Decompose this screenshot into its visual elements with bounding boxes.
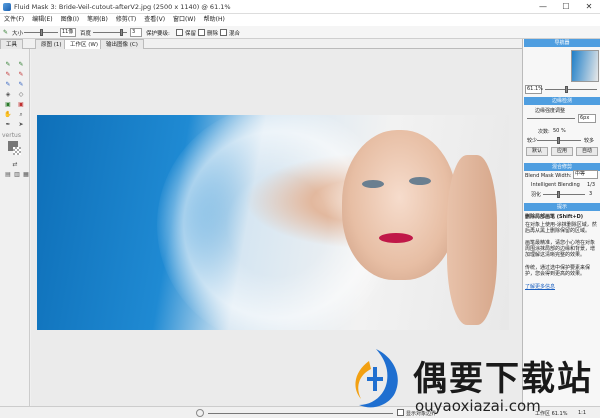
feather-slider[interactable]: [543, 194, 585, 195]
eyedropper-icon[interactable]: ✒: [4, 121, 12, 129]
erase-icon[interactable]: ◇: [17, 91, 25, 99]
brush-icon: ✎: [3, 29, 9, 36]
maximize-button[interactable]: ☐: [555, 0, 577, 14]
zoom-icon[interactable]: ⌕: [17, 111, 25, 119]
feather-slider-handle[interactable]: [557, 191, 560, 198]
size-input[interactable]: 11像: [60, 28, 76, 37]
brush-toolbar: ✎ 大小 11像 百度 3 保护要级: 保留 删除 混合: [0, 26, 600, 39]
delete-label: 删除: [207, 31, 219, 37]
feather-label: 羽化: [531, 192, 542, 198]
help-paragraph-3: 传统，通过选中保护要素来保护，您会得到更高的效果。: [525, 265, 591, 277]
delete-checkbox[interactable]: [198, 29, 205, 36]
blend-mask-label: Blend Mask Width:: [525, 173, 572, 179]
menu-window[interactable]: 窗口(W): [169, 14, 200, 26]
auto-button[interactable]: 自动: [576, 147, 598, 156]
blend-mask-select[interactable]: 中等: [573, 170, 598, 179]
watermark-url: ouyaoxiazai.com: [415, 397, 541, 415]
delete-patch-icon[interactable]: ▣: [17, 101, 25, 109]
hardness-input[interactable]: 3: [130, 28, 142, 37]
edge-input[interactable]: 6px: [578, 114, 596, 123]
menu-file[interactable]: 文件(F): [0, 14, 28, 26]
keep-label: 保留: [185, 31, 197, 37]
bride-image[interactable]: [37, 115, 509, 330]
edge-strength-label: 边缘强度调整: [535, 108, 566, 114]
count-label: 次数:: [538, 129, 550, 135]
menu-brush[interactable]: 笔刷(B): [83, 14, 112, 26]
zoom-slider-handle[interactable]: [565, 86, 568, 93]
size-slider-handle[interactable]: [40, 29, 43, 36]
navigator-header: 导航器: [524, 39, 600, 47]
apply-button[interactable]: 应用: [551, 147, 573, 156]
size-label: 大小: [12, 31, 24, 37]
keep-brush-icon[interactable]: ✎: [4, 61, 12, 69]
help-header: 提示: [524, 203, 600, 211]
patch-icon[interactable]: ▣: [4, 101, 12, 109]
delete-brush-icon[interactable]: ✎: [4, 71, 12, 79]
menu-bar: 文件(F) 编辑(E) 图像(I) 笔刷(B) 修剪(T) 查看(V) 窗口(W) 帮助(H): [0, 14, 600, 26]
swap-icon[interactable]: ⇄: [11, 161, 19, 169]
menu-view[interactable]: 查看(V): [140, 14, 169, 26]
tab-row: 工具 原图 (1) 工作区 (W) 输出图像 (C): [0, 39, 522, 49]
lips: [379, 233, 413, 243]
blend-label: 混合: [229, 31, 241, 37]
scroll-home-icon[interactable]: [196, 409, 204, 417]
pointer-icon[interactable]: ➤: [17, 121, 25, 129]
zoom-slider[interactable]: [545, 89, 597, 90]
minimize-button[interactable]: —: [532, 0, 554, 14]
watermark-logo-icon: [355, 349, 398, 408]
tools-panel: ✎ ✎ ✎ ✎ ✎ ✎ ◈ ◇ ▣ ▣ ✋ ⌕ ✒ ➤ vertus ⇄ ▤ ▥…: [0, 49, 30, 406]
menu-trim[interactable]: 修剪(T): [112, 14, 140, 26]
protect-label: 保护要级:: [146, 31, 170, 37]
blend-checkbox[interactable]: [220, 29, 227, 36]
view-icon[interactable]: ▤: [4, 171, 12, 179]
watermark-chinese: 偶要下载站: [413, 359, 593, 399]
background-swatch[interactable]: [13, 147, 21, 155]
intelligent-blending-value: 1/3: [587, 182, 596, 188]
brand-logo: vertus: [2, 132, 21, 139]
tab-original[interactable]: 原图 (1): [35, 39, 68, 49]
view-mask-icon[interactable]: ▦: [22, 171, 30, 179]
edge-detect-header: 边缘检测: [524, 97, 600, 105]
keep-local-brush-icon[interactable]: ✎: [17, 61, 25, 69]
less-label: 较少: [527, 138, 538, 144]
count-slider-handle[interactable]: [557, 137, 560, 144]
site-watermark: 偶要下载站 ouyaoxiazai.com: [345, 345, 600, 418]
hand: [447, 155, 497, 325]
hardness-label: 百度: [80, 31, 92, 37]
hand-icon[interactable]: ✋: [4, 111, 12, 119]
tab-tools[interactable]: 工具: [0, 39, 24, 49]
help-paragraph-1: 在对象上使用-涂抹删除区域，然后再从黑上删除保留的区域。: [525, 222, 597, 234]
delete-local-brush-icon[interactable]: ✎: [17, 71, 25, 79]
window-title: Fluid Mask 3: Bride-Veil-cutout-afterV2.…: [14, 3, 231, 11]
close-button[interactable]: ✕: [578, 0, 600, 14]
right-eye: [409, 177, 431, 185]
keep-checkbox[interactable]: [176, 29, 183, 36]
feather-value: 3: [589, 191, 593, 197]
hardness-slider-handle[interactable]: [120, 29, 123, 36]
face: [342, 130, 457, 280]
menu-image[interactable]: 图像(I): [57, 14, 83, 26]
intelligent-blending-label: Intelligent Blending: [531, 182, 580, 188]
count-value: 50 %: [553, 128, 566, 134]
menu-help[interactable]: 帮助(H): [200, 14, 229, 26]
help-title: 删除局部画笔 (Shift+D): [525, 214, 584, 220]
fill-icon[interactable]: ◈: [4, 91, 12, 99]
view-split-icon[interactable]: ▥: [13, 171, 21, 179]
reset-button[interactable]: 默认: [526, 147, 548, 156]
edge-slider[interactable]: [527, 118, 575, 119]
navigator-thumbnail[interactable]: [571, 50, 599, 82]
left-eye: [362, 180, 384, 188]
blend-local-brush-icon[interactable]: ✎: [17, 81, 25, 89]
tab-workspace[interactable]: 工作区 (W): [64, 39, 104, 49]
more-label: 较多: [584, 138, 595, 144]
tab-output[interactable]: 输出图像 (C): [100, 39, 144, 49]
app-icon: [3, 3, 11, 11]
help-link[interactable]: 了解更多信息: [525, 283, 555, 290]
zoom-input[interactable]: 61.1%: [525, 85, 543, 94]
menu-edit[interactable]: 编辑(E): [28, 14, 56, 26]
title-bar: Fluid Mask 3: Bride-Veil-cutout-afterV2.…: [0, 0, 600, 14]
blend-brush-icon[interactable]: ✎: [4, 81, 12, 89]
help-paragraph-2: 画笔最精准，请您小心地在对象周围涂抹局部的边缘和背景，增加理解这清晰完整的效果。: [525, 240, 596, 258]
